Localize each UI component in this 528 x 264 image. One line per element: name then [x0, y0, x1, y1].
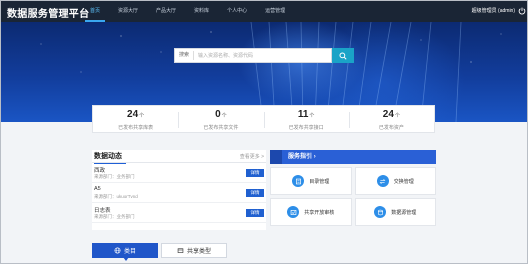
- search-bar: 搜索: [174, 48, 354, 63]
- stat-unit: 个: [139, 113, 145, 119]
- globe-icon: [114, 247, 121, 254]
- news-item-source: 来源部门：业务部门: [94, 214, 135, 219]
- stat-shared-apis: 11个 已发布共享接口: [263, 106, 349, 132]
- stat-label: 已发布共享文件: [203, 125, 239, 131]
- news-item-name[interactable]: 日志表: [94, 206, 111, 214]
- app-window: 数据服务管理平台 首页 资源大厅 产品大厅 资料库 个人中心 运营管理 超级管理…: [0, 0, 528, 264]
- user-name[interactable]: 超级管理员 (admin): [472, 1, 515, 22]
- list-item: 日志表 来源部门：业务部门 详情: [92, 203, 266, 223]
- tab-label: 类目: [123, 249, 136, 255]
- stat-unit: 个: [394, 113, 400, 119]
- tile-label: 数据源管理: [391, 209, 417, 216]
- nav-item-resource-hall[interactable]: 资源大厅: [109, 1, 147, 22]
- service-guide-grid: 目录管理 交换管理 共享开放审核 数据源管理: [270, 167, 436, 226]
- stat-unit: 个: [221, 113, 227, 119]
- search-input[interactable]: [194, 49, 331, 62]
- stats-card: 24个 已发布共享库表 0个 已发布共享文件 11个 已发布共享接口 24个 已…: [92, 105, 435, 133]
- tab-share-type[interactable]: 共享类型: [161, 243, 227, 258]
- tile-label: 目录管理: [309, 178, 330, 185]
- category-tabs: 类目 共享类型: [92, 243, 227, 261]
- tile-label: 共享开放审核: [304, 209, 335, 216]
- nav-item-product-hall[interactable]: 产品大厅: [147, 1, 185, 22]
- stat-label: 已发布共享库表: [118, 125, 154, 131]
- data-news-panel: 数据动态 查看更多 > 西政 来源部门：业务部门 详情 A5 来源部门：ukuo…: [92, 150, 266, 230]
- news-title: 数据动态: [94, 153, 126, 164]
- detail-button[interactable]: 详情: [246, 209, 264, 217]
- stat-assets: 24个 已发布资产: [348, 106, 434, 132]
- stat-value: 11: [297, 109, 309, 120]
- stat-value: 24: [127, 109, 139, 120]
- stat-value: 24: [382, 109, 394, 120]
- news-item-source: 来源部门：ukuorTvnd: [94, 194, 138, 199]
- search-box: 搜索: [174, 48, 332, 63]
- nav-item-personal-center[interactable]: 个人中心: [218, 1, 256, 22]
- review-icon: [287, 206, 300, 218]
- stat-label: 已发布资产: [378, 125, 404, 131]
- list-item: 西政 来源部门：业务部门 详情: [92, 163, 266, 183]
- main-nav: 首页 资源大厅 产品大厅 资料库 个人中心 运营管理: [81, 1, 294, 22]
- tab-category[interactable]: 类目: [92, 243, 158, 261]
- power-icon[interactable]: [518, 7, 526, 15]
- guide-tile-catalog[interactable]: 目录管理: [270, 167, 352, 195]
- share-type-icon: [177, 248, 184, 253]
- news-item-source: 来源部门：业务部门: [94, 174, 135, 179]
- search-type-label[interactable]: 搜索: [175, 51, 195, 60]
- nav-item-home[interactable]: 首页: [81, 1, 109, 22]
- list-item: A5 来源部门：ukuorTvnd 详情: [92, 183, 266, 203]
- detail-button[interactable]: 详情: [246, 189, 264, 197]
- news-item-name[interactable]: A5: [94, 186, 101, 192]
- top-nav-bar: 数据服务管理平台 首页 资源大厅 产品大厅 资料库 个人中心 运营管理 超级管理…: [1, 1, 527, 22]
- exchange-icon: [376, 175, 389, 187]
- service-guide-panel: 服务指引 › 目录管理 交换管理 共享开放审核 数据源管理: [270, 150, 436, 230]
- app-title: 数据服务管理平台: [7, 9, 90, 20]
- stat-label: 已发布共享接口: [288, 125, 324, 131]
- guide-tile-datasource[interactable]: 数据源管理: [354, 198, 436, 226]
- catalog-icon: [292, 175, 305, 187]
- news-header: 数据动态 查看更多 >: [92, 150, 266, 164]
- stat-value: 0: [215, 109, 221, 120]
- datasource-icon: [374, 206, 387, 218]
- chevron-right-icon: ›: [313, 154, 316, 160]
- guide-tile-share-review[interactable]: 共享开放审核: [270, 198, 352, 226]
- tile-label: 交换管理: [393, 178, 414, 185]
- guide-tile-exchange[interactable]: 交换管理: [354, 167, 436, 195]
- search-button[interactable]: [332, 48, 354, 63]
- stat-shared-files: 0个 已发布共享文件: [178, 106, 263, 132]
- nav-item-library[interactable]: 资料库: [185, 1, 218, 22]
- service-guide-title: 服务指引: [288, 154, 313, 160]
- news-more-link[interactable]: 查看更多 >: [240, 153, 264, 160]
- search-icon: [339, 51, 347, 60]
- stat-unit: 个: [309, 113, 315, 119]
- news-item-name[interactable]: 西政: [94, 166, 105, 174]
- nav-item-operations[interactable]: 运营管理: [256, 1, 294, 22]
- detail-button[interactable]: 详情: [246, 169, 264, 177]
- service-guide-header[interactable]: 服务指引 ›: [270, 150, 436, 164]
- stat-shared-tables: 24个 已发布共享库表: [93, 106, 178, 132]
- tab-label: 共享类型: [186, 249, 211, 255]
